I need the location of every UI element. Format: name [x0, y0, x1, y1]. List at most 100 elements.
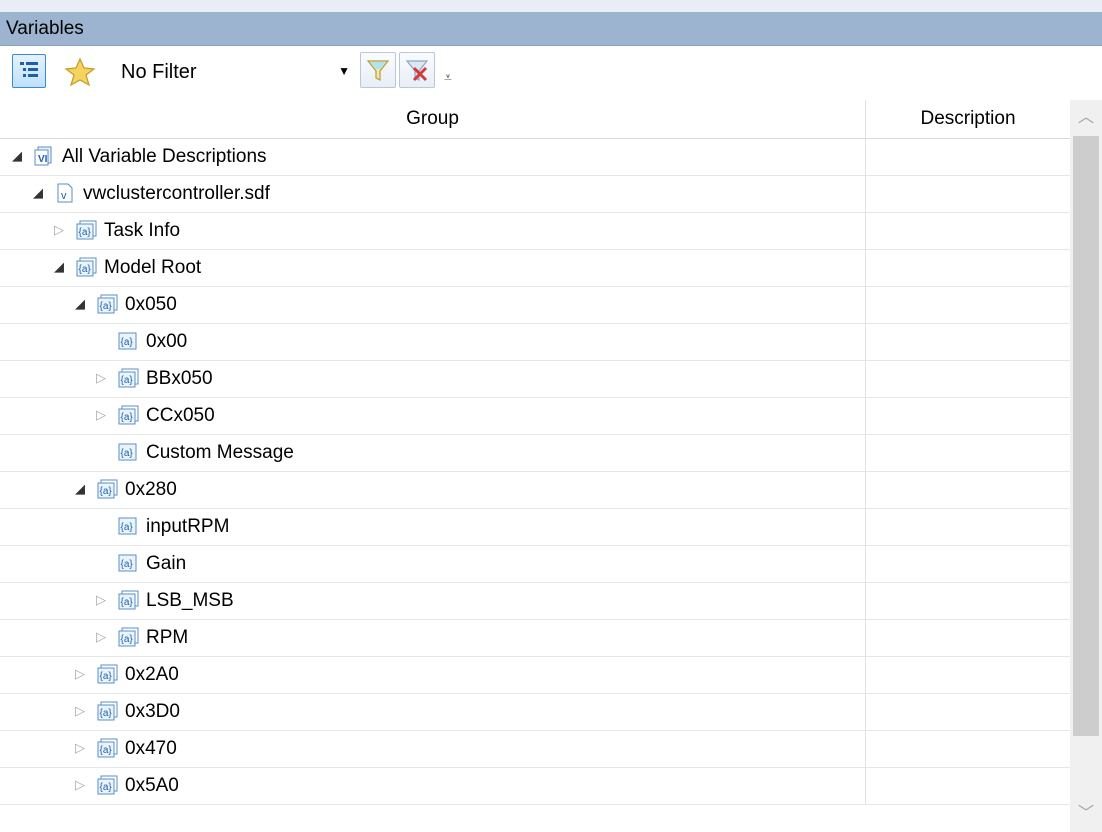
- group-cell: ◢ v vwclustercontroller.sdf: [0, 176, 866, 212]
- description-cell[interactable]: [866, 546, 1070, 582]
- tree-row-label: 0x3D0: [125, 701, 180, 722]
- collapse-triangle-icon[interactable]: ◢: [73, 481, 87, 497]
- variable-group-icon: {a}: [118, 590, 139, 610]
- description-cell[interactable]: [866, 435, 1070, 471]
- clear-filter-icon: [405, 60, 429, 82]
- tree-row[interactable]: {a} inputRPM: [0, 509, 1070, 546]
- description-cell[interactable]: [866, 287, 1070, 323]
- expand-triangle-icon[interactable]: ▷: [73, 777, 87, 793]
- panel-title: Variables: [6, 17, 84, 39]
- description-cell[interactable]: [866, 472, 1070, 508]
- description-cell[interactable]: [866, 657, 1070, 693]
- description-cell[interactable]: [866, 731, 1070, 767]
- tree-row[interactable]: ▷ {a} LSB_MSB: [0, 583, 1070, 620]
- tree-row[interactable]: {a} 0x00: [0, 324, 1070, 361]
- group-cell: {a} 0x00: [0, 324, 866, 360]
- group-cell: ▷ {a} CCx050: [0, 398, 866, 434]
- tree-row-label: 0x050: [125, 294, 177, 315]
- variable-group-icon: {a}: [97, 294, 118, 314]
- tree-row-label: Task Info: [104, 220, 181, 241]
- group-cell: ▷ {a} 0x3D0: [0, 694, 866, 730]
- tree-row[interactable]: ▷ {a} 0x2A0: [0, 657, 1070, 694]
- tree-row[interactable]: ▷ {a} CCx050: [0, 398, 1070, 435]
- description-cell[interactable]: [866, 509, 1070, 545]
- tree-row-label: Gain: [146, 553, 187, 574]
- variable-group-icon: {a}: [97, 479, 118, 499]
- tree-row-label: Custom Message: [146, 442, 294, 463]
- tree-row-label: All Variable Descriptions: [62, 146, 267, 167]
- column-header-group[interactable]: Group: [0, 100, 866, 138]
- svg-text:{a}: {a}: [121, 448, 134, 459]
- filter-button[interactable]: [360, 52, 396, 88]
- group-cell: ◢ {a} Model Root: [0, 250, 866, 286]
- variable-descriptions-icon: VI: [34, 146, 54, 166]
- description-cell[interactable]: [866, 768, 1070, 804]
- vertical-scrollbar[interactable]: ︿ ﹀: [1070, 100, 1102, 832]
- collapse-triangle-icon[interactable]: ◢: [52, 259, 66, 275]
- expand-triangle-icon[interactable]: ▷: [94, 629, 108, 645]
- variable-group-icon: {a}: [97, 775, 118, 795]
- description-cell[interactable]: [866, 694, 1070, 730]
- expand-triangle-icon[interactable]: ▷: [52, 222, 66, 238]
- variable-group-icon: {a}: [118, 368, 139, 388]
- tree-row[interactable]: ▷ {a} 0x5A0: [0, 768, 1070, 805]
- tree-row[interactable]: ▷ {a} BBx050: [0, 361, 1070, 398]
- toolbar-overflow-icon[interactable]: ⩡: [440, 69, 456, 89]
- scroll-up-icon[interactable]: ︿: [1070, 100, 1102, 136]
- clear-filter-button[interactable]: [399, 52, 435, 88]
- group-cell: ▷ {a} 0x470: [0, 731, 866, 767]
- description-cell[interactable]: [866, 176, 1070, 212]
- svg-text:{a}: {a}: [121, 522, 134, 533]
- expand-triangle-icon[interactable]: ▷: [73, 666, 87, 682]
- tree-row-label: 0x00: [146, 331, 188, 352]
- tree-row[interactable]: ◢ {a} Model Root: [0, 250, 1070, 287]
- description-cell[interactable]: [866, 213, 1070, 249]
- expand-triangle-icon[interactable]: ▷: [94, 407, 108, 423]
- tree-row-label: 0x2A0: [125, 664, 179, 685]
- variable-group-icon: {a}: [118, 627, 139, 647]
- group-cell: ◢ {a} 0x050: [0, 287, 866, 323]
- tree-row-label: Model Root: [104, 257, 202, 278]
- tree-row[interactable]: ▷ {a} RPM: [0, 620, 1070, 657]
- tree-row[interactable]: {a} Gain: [0, 546, 1070, 583]
- favorites-button[interactable]: [62, 55, 98, 89]
- toolbar: No Filter ▼ ⩡: [0, 47, 1102, 100]
- expand-triangle-icon[interactable]: ▷: [73, 740, 87, 756]
- tree-row[interactable]: ◢ {a} 0x280: [0, 472, 1070, 509]
- tree-row[interactable]: ◢ v vwclustercontroller.sdf: [0, 176, 1070, 213]
- scrollbar-thumb[interactable]: [1073, 136, 1099, 736]
- tree-row[interactable]: ▷ {a} 0x3D0: [0, 694, 1070, 731]
- svg-text:v: v: [61, 190, 67, 202]
- collapse-triangle-icon[interactable]: ◢: [73, 296, 87, 312]
- variable-group-icon: {a}: [76, 257, 97, 277]
- filter-dropdown[interactable]: No Filter ▼: [111, 54, 356, 90]
- description-cell[interactable]: [866, 139, 1070, 175]
- expand-triangle-icon[interactable]: ▷: [73, 703, 87, 719]
- tree-row[interactable]: ▷ {a} 0x470: [0, 731, 1070, 768]
- collapse-triangle-icon[interactable]: ◢: [10, 148, 24, 164]
- panel-title-bar[interactable]: Variables: [0, 12, 1102, 46]
- description-cell[interactable]: [866, 583, 1070, 619]
- description-cell[interactable]: [866, 361, 1070, 397]
- tree-row[interactable]: ▷ {a} Task Info: [0, 213, 1070, 250]
- svg-text:{a}: {a}: [79, 264, 92, 275]
- group-cell: ▷ {a} BBx050: [0, 361, 866, 397]
- description-cell[interactable]: [866, 250, 1070, 286]
- column-header-description[interactable]: Description: [866, 100, 1070, 138]
- description-cell[interactable]: [866, 324, 1070, 360]
- variable-tree: ◢ VI All Variable Descriptions ◢ v vwclusterc…: [0, 139, 1070, 805]
- description-cell[interactable]: [866, 398, 1070, 434]
- tree-row[interactable]: ◢ {a} 0x050: [0, 287, 1070, 324]
- scroll-down-icon[interactable]: ﹀: [1070, 796, 1102, 832]
- tree-view-button[interactable]: [12, 54, 46, 88]
- tree-row[interactable]: {a} Custom Message: [0, 435, 1070, 472]
- tree-row[interactable]: ◢ VI All Variable Descriptions: [0, 139, 1070, 176]
- svg-text:{a}: {a}: [100, 301, 113, 312]
- variable-icon: {a}: [118, 331, 138, 351]
- variable-icon: {a}: [118, 442, 138, 462]
- variable-group-icon: {a}: [76, 220, 97, 240]
- expand-triangle-icon[interactable]: ▷: [94, 370, 108, 386]
- description-cell[interactable]: [866, 620, 1070, 656]
- collapse-triangle-icon[interactable]: ◢: [31, 185, 45, 201]
- expand-triangle-icon[interactable]: ▷: [94, 592, 108, 608]
